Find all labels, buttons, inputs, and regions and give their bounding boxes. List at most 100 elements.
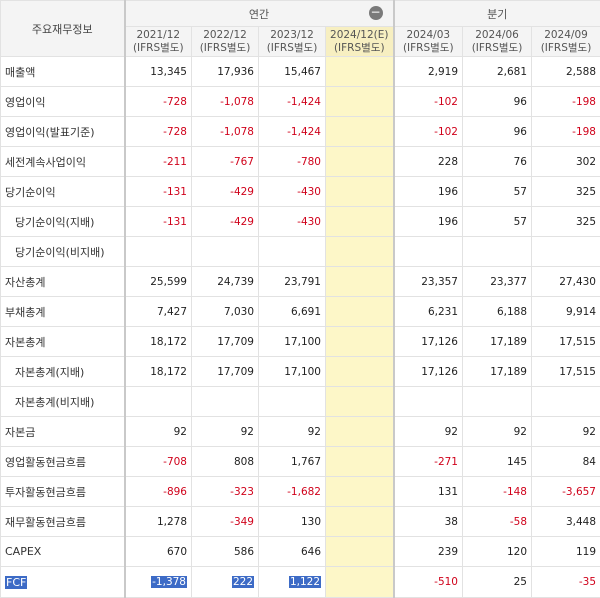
value-cell <box>325 386 395 417</box>
value-cell: 2,681 <box>462 56 532 87</box>
table-row: 영업활동현금흐름 -708 808 1,767 -271 145 84 <box>0 446 600 477</box>
value-cell: -102 <box>393 116 463 147</box>
value-cell: 96 <box>462 116 532 147</box>
value-cell: 17,100 <box>258 326 326 357</box>
table-row: 매출액 13,345 17,936 15,467 2,919 2,681 2,588 <box>0 56 600 87</box>
table-row: CAPEX 670 586 646 239 120 119 <box>0 536 600 567</box>
value-text: 2,588 <box>565 65 596 78</box>
row-label-text: 자본총계 <box>5 335 46 349</box>
value-cell: 17,189 <box>462 356 532 387</box>
value-cell: -728 <box>124 116 192 147</box>
value-cell: 145 <box>462 446 532 477</box>
value-text: 17,189 <box>490 365 527 378</box>
row-label: 영업이익(발표기준) <box>0 116 126 147</box>
value-cell: 23,791 <box>258 266 326 297</box>
value-text: -780 <box>297 155 321 168</box>
value-text: -896 <box>163 485 187 498</box>
value-text: 325 <box>575 215 596 228</box>
value-text: 302 <box>575 155 596 168</box>
value-cell: 96 <box>462 86 532 117</box>
row-label-text: 재무활동현금흐름 <box>5 515 86 529</box>
value-cell <box>393 386 463 417</box>
period-header: 2022/12 (IFRS별도) <box>191 26 259 57</box>
value-text: -102 <box>434 125 458 138</box>
value-text: 17,936 <box>217 65 254 78</box>
quarter-group-header: 분기 <box>393 0 600 27</box>
table-row: 자본총계(비지배) <box>0 386 600 417</box>
period-basis: (IFRS별도) <box>402 41 454 54</box>
value-cell: -1,682 <box>258 476 326 507</box>
value-text: 670 <box>166 545 187 558</box>
row-label-text: 당기순이익(지배) <box>15 215 95 229</box>
value-cell: -429 <box>191 206 259 237</box>
value-cell: -323 <box>191 476 259 507</box>
value-text: 9,914 <box>565 305 596 318</box>
value-cell: -198 <box>531 116 600 147</box>
row-label: 자산총계 <box>0 266 126 297</box>
period-basis: (IFRS별도) <box>132 41 184 54</box>
value-text: 57 <box>513 215 527 228</box>
value-cell: 670 <box>124 536 192 567</box>
table-row: 자본금 92 92 92 92 92 92 <box>0 416 600 447</box>
value-text: -1,078 <box>220 95 254 108</box>
value-cell: 84 <box>531 446 600 477</box>
value-text: 130 <box>300 515 321 528</box>
value-text: 325 <box>575 185 596 198</box>
value-cell: 92 <box>191 416 259 447</box>
table-row: 부채총계 7,427 7,030 6,691 6,231 6,188 9,914 <box>0 296 600 327</box>
value-cell: 23,377 <box>462 266 532 297</box>
row-label: FCF <box>0 566 126 598</box>
value-text: -198 <box>572 95 596 108</box>
value-text: 17,189 <box>490 335 527 348</box>
value-cell: 92 <box>531 416 600 447</box>
value-text: 6,188 <box>496 305 527 318</box>
value-text: -1,378 <box>151 576 187 588</box>
value-cell: -708 <box>124 446 192 477</box>
value-cell: 17,515 <box>531 326 600 357</box>
period-header: 2024/06 (IFRS별도) <box>462 26 532 57</box>
value-cell: -3,657 <box>531 476 600 507</box>
value-cell: 38 <box>393 506 463 537</box>
period-date: 2023/12 <box>270 28 314 41</box>
value-text: 1,278 <box>156 515 187 528</box>
value-text: -198 <box>572 125 596 138</box>
period-header: 2024/03 (IFRS별도) <box>393 26 463 57</box>
value-text: -102 <box>434 95 458 108</box>
value-cell: -271 <box>393 446 463 477</box>
value-text: 808 <box>233 455 254 468</box>
value-text: 92 <box>173 425 187 438</box>
value-cell: -1,424 <box>258 86 326 117</box>
value-text: -728 <box>163 125 187 138</box>
row-label: 영업이익 <box>0 86 126 117</box>
value-cell: 17,189 <box>462 326 532 357</box>
period-header: 2023/12 (IFRS별도) <box>258 26 326 57</box>
value-cell: 27,430 <box>531 266 600 297</box>
value-cell: 3,448 <box>531 506 600 537</box>
value-cell <box>325 476 395 507</box>
row-label-text: 매출액 <box>5 65 36 79</box>
value-cell: 1,122 <box>258 566 326 598</box>
value-cell: 76 <box>462 146 532 177</box>
value-text: 6,691 <box>290 305 321 318</box>
value-cell: 13,345 <box>124 56 192 87</box>
value-cell: -148 <box>462 476 532 507</box>
value-text: 23,791 <box>284 275 321 288</box>
value-cell: 228 <box>393 146 463 177</box>
period-header: 2024/09 (IFRS별도) <box>531 26 600 57</box>
value-cell <box>325 116 395 147</box>
minus-circle-icon[interactable]: − <box>368 6 383 20</box>
value-cell <box>325 506 395 537</box>
period-header: 2021/12 (IFRS별도) <box>124 26 192 57</box>
value-cell: -429 <box>191 176 259 207</box>
value-cell: 302 <box>531 146 600 177</box>
value-cell <box>191 386 259 417</box>
value-cell: 17,936 <box>191 56 259 87</box>
value-cell <box>325 146 395 177</box>
value-text: -148 <box>503 485 527 498</box>
period-header: 2024/12(E) (IFRS별도) <box>325 26 395 57</box>
row-label: 자본금 <box>0 416 126 447</box>
value-cell <box>531 236 600 267</box>
value-cell: 120 <box>462 536 532 567</box>
row-label: CAPEX <box>0 536 126 567</box>
value-text: -1,424 <box>287 95 321 108</box>
